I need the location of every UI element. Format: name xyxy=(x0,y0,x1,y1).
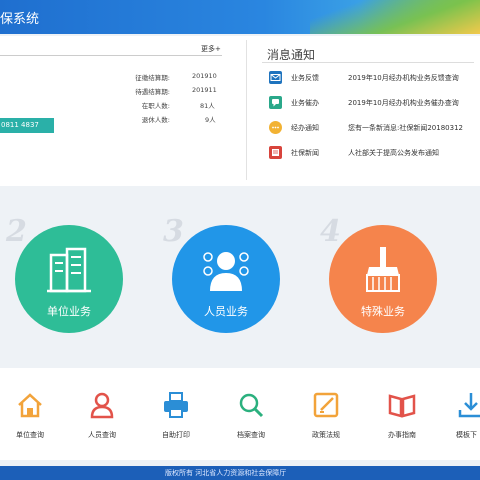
stat-label: 退休人数: xyxy=(141,116,170,124)
header-decoration xyxy=(310,0,480,34)
message-text: 人社部关于提高公务发布通知 xyxy=(348,149,439,157)
message-item[interactable]: 社保新闻 人社部关于提高公务发布通知 xyxy=(266,143,480,161)
button-label: 政策法规 xyxy=(312,431,340,439)
stat-row: 征缴结算期: 201910 xyxy=(0,72,222,82)
bubble-icon xyxy=(269,121,282,134)
stat-row: 待遇结算期: 201911 xyxy=(0,86,222,96)
message-type: 社保新闻 xyxy=(291,149,319,157)
message-text: 您有一条新消息:社保新闻20180312 xyxy=(348,124,463,132)
button-label: 办事指南 xyxy=(388,431,416,439)
message-text: 2019年10月经办机构业务反馈查询 xyxy=(348,74,459,82)
printer-icon xyxy=(164,392,188,418)
button-label: 自助打印 xyxy=(162,431,190,439)
edit-icon xyxy=(313,392,339,418)
download-icon xyxy=(458,393,480,418)
person-query-button[interactable]: 人员查询 xyxy=(72,390,132,450)
stat-label: 待遇结算期: xyxy=(135,88,170,96)
special-business-button[interactable]: 特殊业务 xyxy=(329,225,437,333)
button-label: 模板下 xyxy=(456,431,477,439)
stat-value: 201910 xyxy=(192,72,217,80)
button-label: 单位查询 xyxy=(16,431,44,439)
circle-label: 单位业务 xyxy=(47,305,91,318)
unit-business-button[interactable]: 单位业务 xyxy=(15,225,123,333)
message-type: 经办通知 xyxy=(291,124,319,132)
circle-label: 特殊业务 xyxy=(361,305,405,318)
book-icon xyxy=(388,394,416,418)
divider xyxy=(262,62,474,63)
magnifier-icon xyxy=(239,393,264,418)
policy-button[interactable]: 政策法规 xyxy=(296,390,356,450)
self-print-button[interactable]: 自助打印 xyxy=(146,390,206,450)
message-item[interactable]: 业务反馈 2019年10月经办机构业务反馈查询 xyxy=(266,68,480,86)
button-label: 人员查询 xyxy=(88,431,116,439)
stat-value: 201911 xyxy=(192,86,217,94)
stat-row: 在职人数: 81人 xyxy=(0,100,222,110)
more-link[interactable]: 更多+ xyxy=(201,44,221,54)
home-icon xyxy=(18,393,42,418)
info-panel xyxy=(0,36,480,186)
message-type: 业务反馈 xyxy=(291,74,319,82)
stat-label: 征缴结算期: xyxy=(135,74,170,82)
unit-query-button[interactable]: 单位查询 xyxy=(0,390,60,450)
user-icon xyxy=(90,392,114,419)
broom-icon xyxy=(366,247,400,292)
account-number-badge[interactable]: 0811 4837 xyxy=(0,118,54,133)
message-type: 业务催办 xyxy=(291,99,319,107)
mail-icon xyxy=(269,71,282,84)
step-number: 3 xyxy=(163,214,184,249)
step-number: 2 xyxy=(6,214,27,249)
stat-value: 81人 xyxy=(200,102,215,110)
person-business-button[interactable]: 人员业务 xyxy=(172,225,280,333)
button-label: 档案查询 xyxy=(237,431,265,439)
news-icon xyxy=(269,146,282,159)
stat-label: 在职人数: xyxy=(141,102,170,110)
circle-label: 人员业务 xyxy=(204,305,248,318)
building-icon xyxy=(47,247,91,293)
message-item[interactable]: 业务催办 2019年10月经办机构业务催办查询 xyxy=(266,93,480,111)
step-number: 4 xyxy=(320,214,341,249)
message-text: 2019年10月经办机构业务催办查询 xyxy=(348,99,459,107)
template-download-button[interactable]: 模板下 xyxy=(442,390,480,450)
footer: 版权所有 河北省人力资源和社会保障厅 xyxy=(0,466,480,480)
message-item[interactable]: 经办通知 您有一条新消息:社保新闻20180312 xyxy=(266,118,480,136)
guide-button[interactable]: 办事指南 xyxy=(372,390,432,450)
app-title: 保系统 xyxy=(0,12,40,27)
stat-value: 9人 xyxy=(205,116,216,124)
divider xyxy=(0,55,222,56)
app-header: 保系统 xyxy=(0,0,480,34)
person-icon xyxy=(203,252,249,291)
vertical-divider xyxy=(246,40,247,180)
messages-title: 消息通知 xyxy=(267,48,316,62)
chat-icon xyxy=(269,96,282,109)
archive-query-button[interactable]: 档案查询 xyxy=(221,390,281,450)
